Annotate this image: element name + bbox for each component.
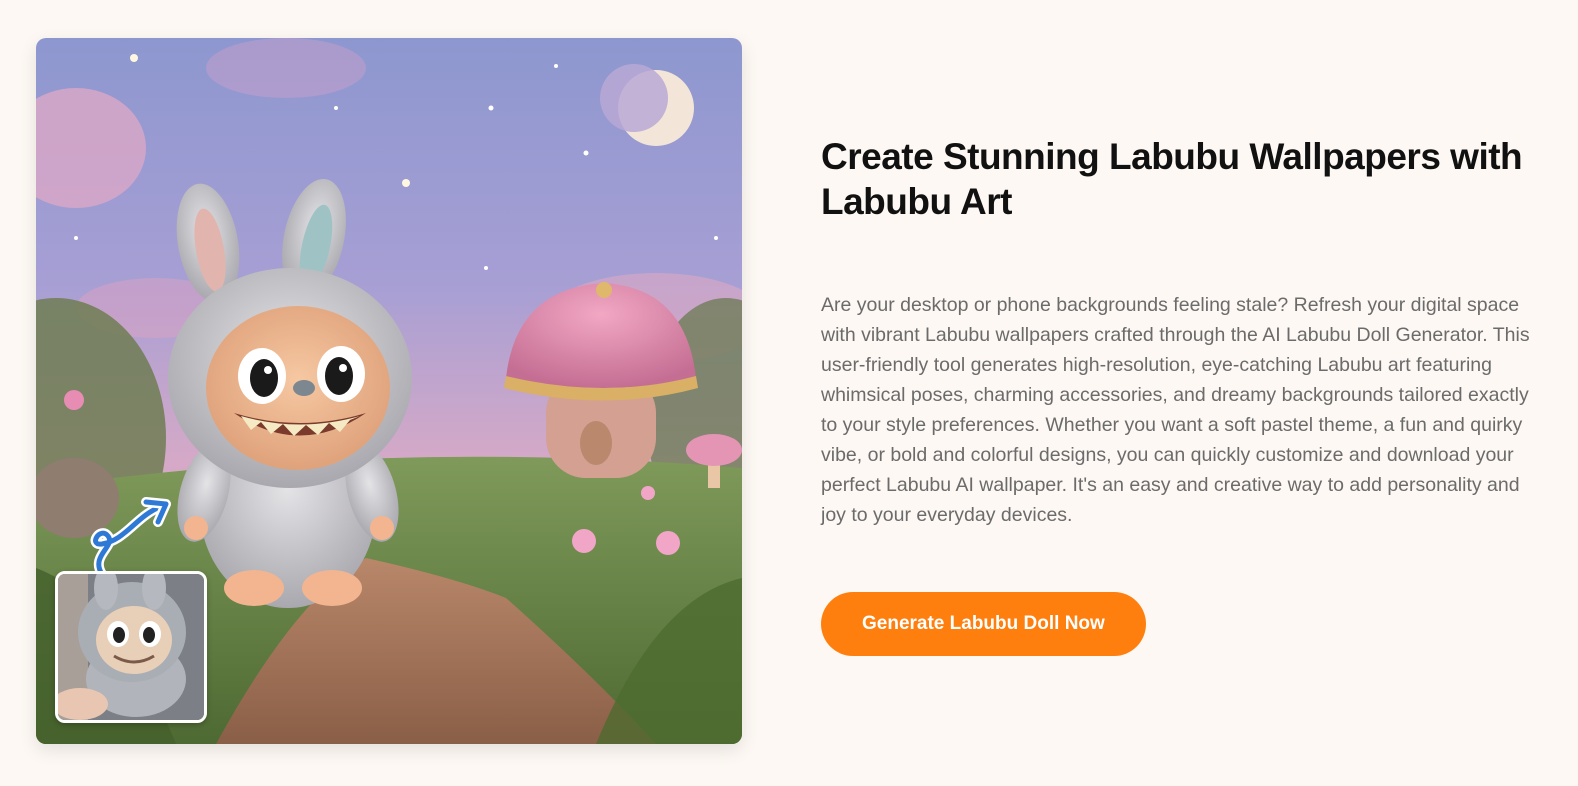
section-description: Are your desktop or phone backgrounds fe… xyxy=(821,294,1530,526)
wallpaper-feature-section: Create Stunning Labubu Wallpapers with L… xyxy=(0,0,1578,786)
labubu-doll-photo xyxy=(58,574,204,720)
original-doll-thumbnail xyxy=(55,571,207,723)
labubu-wallpaper-image xyxy=(36,38,742,744)
feature-text-block: Create Stunning Labubu Wallpapers with L… xyxy=(821,134,1533,656)
section-title: Create Stunning Labubu Wallpapers with L… xyxy=(821,136,1523,222)
generate-labubu-doll-button[interactable]: Generate Labubu Doll Now xyxy=(821,592,1146,656)
